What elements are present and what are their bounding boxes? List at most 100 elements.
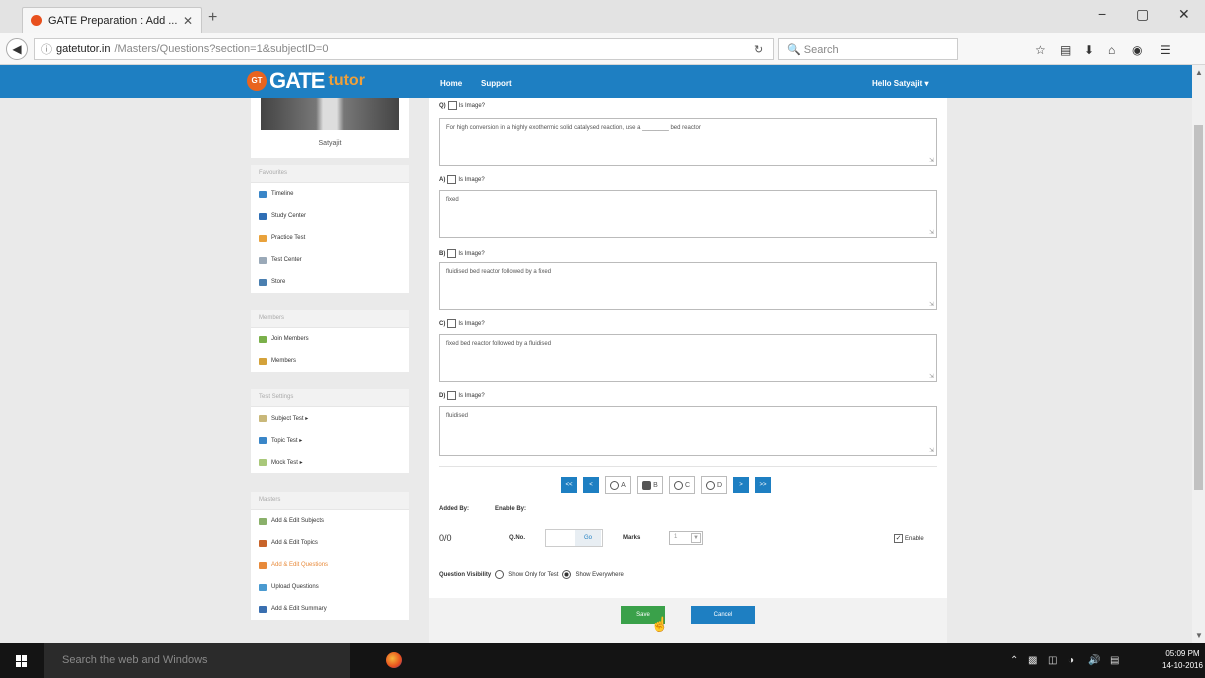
windows-taskbar: Search the web and Windows ⌃ ▩ ◫ ◑ 🔊 ▤ 0… <box>0 643 1205 678</box>
browser-search-input[interactable]: 🔍 Search <box>778 38 958 60</box>
subjects-icon <box>259 517 267 525</box>
scroll-down-icon[interactable]: ▼ <box>1195 631 1203 640</box>
go-button[interactable]: Go <box>575 530 601 546</box>
page-scrollbar[interactable]: ▲ ▼ <box>1192 65 1205 643</box>
option-d-is-image-checkbox[interactable] <box>447 391 457 400</box>
sidebar-item-mock-test[interactable]: Mock Test ▸ <box>251 451 409 473</box>
option-d-text: fluidised <box>446 413 469 419</box>
sidebar-item-upload-questions[interactable]: Upload Questions <box>251 576 409 598</box>
resize-handle-icon[interactable]: ⇲ <box>929 229 934 236</box>
sidebar-item-add-edit-topics[interactable]: Add & Edit Topics <box>251 532 409 554</box>
option-a-header: A) Is Image? <box>439 175 485 184</box>
option-b-label: B) <box>439 250 446 257</box>
cancel-button[interactable]: Cancel <box>691 606 755 624</box>
enable-toggle[interactable]: ✓ Enable <box>894 534 924 543</box>
answer-b-radio[interactable]: B <box>637 476 663 494</box>
maximize-icon[interactable]: ▢ <box>1136 6 1149 23</box>
tab-close-icon[interactable]: ✕ <box>183 14 193 28</box>
browser-tab[interactable]: GATE Preparation : Add ... ✕ <box>22 7 202 33</box>
minimize-icon[interactable]: − <box>1098 6 1106 22</box>
tray-battery-icon[interactable]: ◫ <box>1048 655 1057 666</box>
option-b-text: fluidised bed reactor followed by a fixe… <box>446 269 552 275</box>
pocket-icon[interactable]: ◉ <box>1132 43 1142 57</box>
browser-navbar: ◀ ⓘ gatetutor.in/Masters/Questions?secti… <box>0 33 1205 65</box>
reload-icon[interactable]: ↻ <box>754 43 763 56</box>
scroll-up-icon[interactable]: ▲ <box>1195 68 1203 77</box>
answer-a-radio[interactable]: A <box>605 476 631 494</box>
nav-home-link[interactable]: Home <box>440 79 462 88</box>
question-header: Q) Is Image? <box>439 101 485 110</box>
address-bar[interactable]: ⓘ gatetutor.in/Masters/Questions?section… <box>34 38 774 60</box>
option-a-text: fixed <box>446 197 459 203</box>
option-d-header: D) Is Image? <box>439 391 485 400</box>
sidebar-item-join-members[interactable]: Join Members <box>251 328 409 350</box>
option-d-textarea[interactable]: fluidised ⇲ <box>439 406 937 456</box>
option-b-is-image-label: Is Image? <box>458 250 485 257</box>
resize-handle-icon[interactable]: ⇲ <box>929 447 934 454</box>
sidebar-item-subject-test[interactable]: Subject Test ▸ <box>251 407 409 429</box>
option-c-is-image-checkbox[interactable] <box>447 319 457 328</box>
option-c-textarea[interactable]: fixed bed reactor followed by a fluidise… <box>439 334 937 382</box>
resize-handle-icon[interactable]: ⇲ <box>929 373 934 380</box>
reading-list-icon[interactable]: ▤ <box>1060 43 1071 57</box>
question-text: For high conversion in a highly exotherm… <box>446 125 701 131</box>
sidebar-item-add-edit-subjects[interactable]: Add & Edit Subjects <box>251 510 409 532</box>
tray-network-icon[interactable]: ◑ <box>1068 655 1074 666</box>
info-icon: ⓘ <box>41 44 52 56</box>
sidebar-item-topic-test[interactable]: Topic Test ▸ <box>251 429 409 451</box>
firefox-icon[interactable] <box>386 652 402 668</box>
tab-title: GATE Preparation : Add ... <box>48 14 177 27</box>
visibility-everywhere-radio[interactable] <box>562 570 572 579</box>
tray-chevron-icon[interactable]: ⌃ <box>1010 655 1018 666</box>
sidebar-item-study-center[interactable]: Study Center <box>251 205 409 227</box>
tray-notification-icon[interactable]: ▤ <box>1110 655 1119 666</box>
timeline-icon <box>259 190 267 198</box>
tray-volume-icon[interactable]: 🔊 <box>1088 655 1100 666</box>
new-tab-icon[interactable]: + <box>208 9 217 27</box>
window-close-icon[interactable]: ✕ <box>1178 6 1190 23</box>
resize-handle-icon[interactable]: ⇲ <box>929 157 934 164</box>
scroll-thumb[interactable] <box>1194 125 1203 490</box>
answer-c-radio[interactable]: C <box>669 476 695 494</box>
question-is-image-label: Is Image? <box>458 102 486 109</box>
back-arrow-icon[interactable]: ◀ <box>6 38 28 60</box>
sidebar-item-members[interactable]: Members <box>251 350 409 372</box>
user-menu[interactable]: Hello Satyajit ▾ <box>872 79 928 88</box>
taskbar-clock[interactable]: 05:09 PM 14-10-2016 <box>1162 648 1203 672</box>
sidebar-item-test-center[interactable]: Test Center <box>251 249 409 271</box>
next-page-button[interactable]: > <box>733 477 749 493</box>
resize-handle-icon[interactable]: ⇲ <box>929 301 934 308</box>
home-icon[interactable]: ⌂ <box>1108 43 1115 57</box>
option-b-textarea[interactable]: fluidised bed reactor followed by a fixe… <box>439 262 937 310</box>
first-page-button[interactable]: << <box>561 477 577 493</box>
sidebar-item-timeline[interactable]: Timeline <box>251 183 409 205</box>
windows-start-icon[interactable] <box>16 655 28 667</box>
taskbar-search-input[interactable]: Search the web and Windows <box>44 643 350 678</box>
sidebar-item-add-edit-questions[interactable]: Add & Edit Questions <box>251 554 409 576</box>
sidebar-item-add-edit-summary[interactable]: Add & Edit Summary <box>251 598 409 620</box>
radio-icon <box>610 480 620 490</box>
menu-hamburger-icon[interactable]: ☰ <box>1160 43 1171 57</box>
last-page-button[interactable]: >> <box>755 477 771 493</box>
enable-checkbox[interactable]: ✓ <box>894 534 903 543</box>
question-textarea[interactable]: For high conversion in a highly exotherm… <box>439 118 937 166</box>
sidebar-item-practice-test[interactable]: Practice Test <box>251 227 409 249</box>
enable-by-label: Enable By: <box>495 506 527 512</box>
answer-d-radio[interactable]: D <box>701 476 727 494</box>
study-center-icon <box>259 212 267 220</box>
question-is-image-checkbox[interactable] <box>447 101 457 110</box>
option-b-is-image-checkbox[interactable] <box>447 249 457 258</box>
option-a-is-image-checkbox[interactable] <box>447 175 457 184</box>
download-icon[interactable]: ⬇ <box>1084 43 1094 57</box>
option-a-textarea[interactable]: fixed ⇲ <box>439 190 937 238</box>
question-pager: << < A B C D > >> <box>561 476 771 494</box>
bookmark-star-icon[interactable]: ☆ <box>1035 43 1046 57</box>
nav-support-link[interactable]: Support <box>481 79 512 88</box>
prev-page-button[interactable]: < <box>583 477 599 493</box>
visibility-test-radio[interactable] <box>495 570 505 579</box>
marks-select[interactable]: 1 ▼ <box>669 531 703 545</box>
profile-photo <box>261 98 399 130</box>
sidebar-item-store[interactable]: Store <box>251 271 409 293</box>
tray-app-icon[interactable]: ▩ <box>1028 655 1037 666</box>
gatetutor-logo[interactable]: GT GATE tutor <box>247 68 365 94</box>
